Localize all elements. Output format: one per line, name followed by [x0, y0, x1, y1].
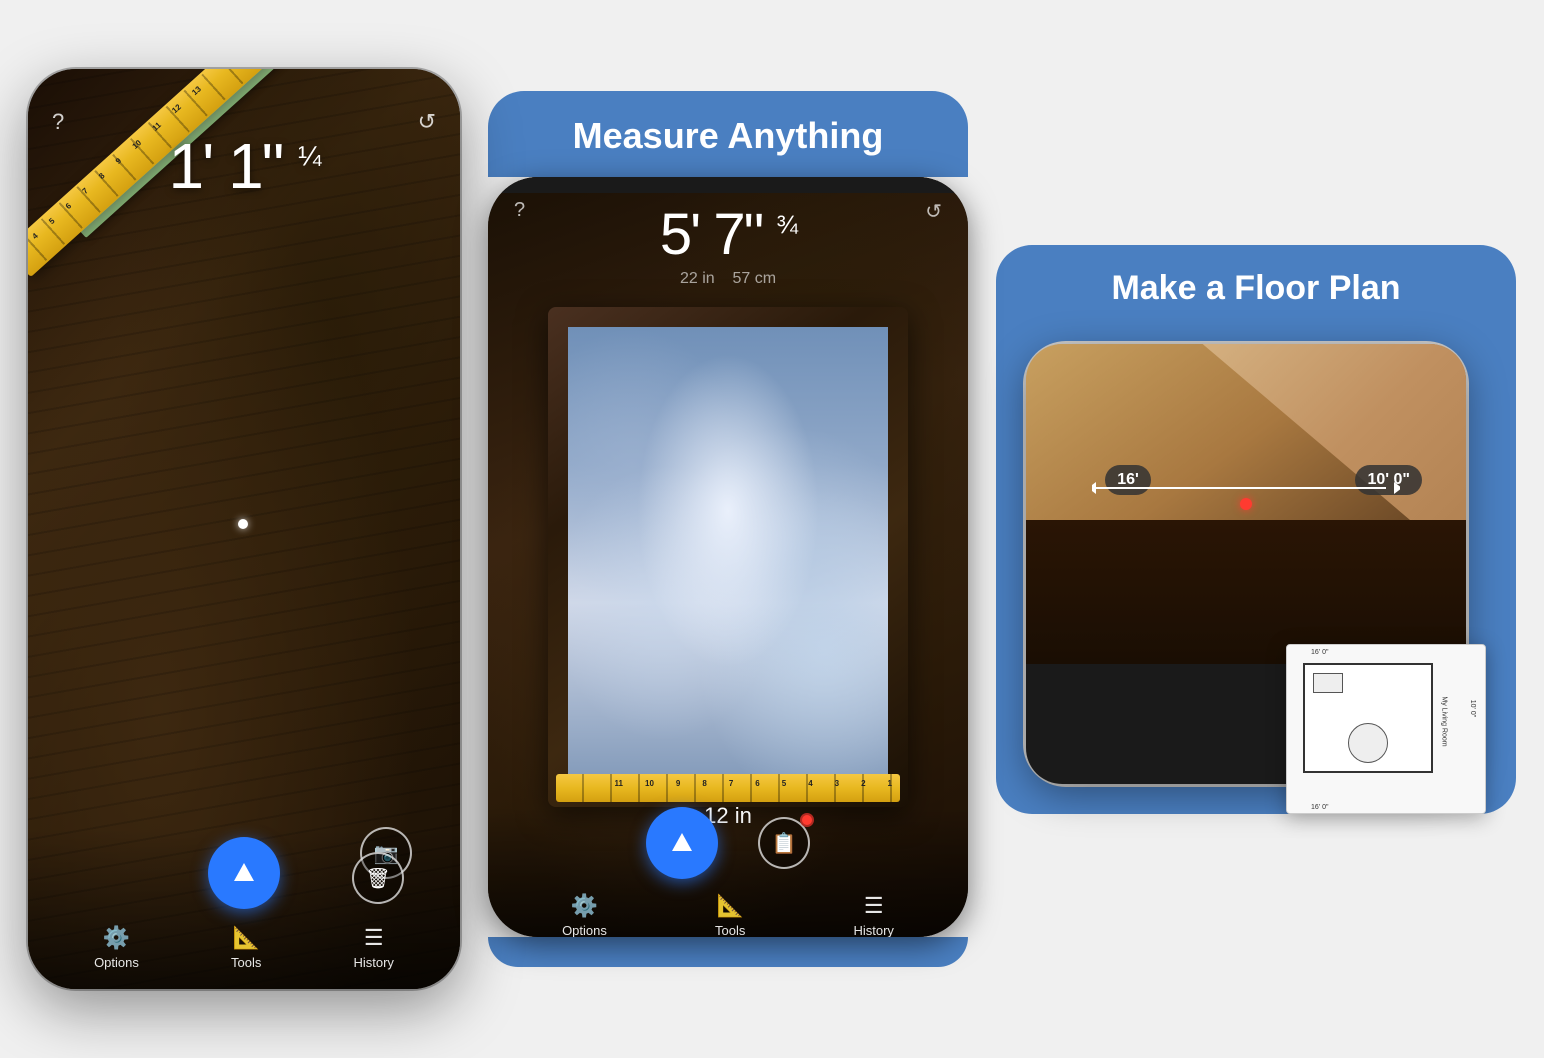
screen2-measurement-units: 22 in 57 cm	[488, 270, 968, 288]
screen2-footer	[488, 937, 968, 967]
screen1-phone: 345678910111213 ? 1' 1" ¼ ↺ 📷	[28, 69, 460, 989]
screen2-options-icon: ⚙️	[571, 893, 598, 919]
trash-button[interactable]: 🗑	[352, 852, 404, 904]
screen2-measurement-value: 5' 7" ¾	[488, 201, 968, 268]
screen2-tab-history[interactable]: ☰ History	[853, 893, 893, 937]
screen2-bottom-bar: 📋 ⚙️ Options 📐 Tools ☰ Histo	[488, 807, 968, 937]
ar-measurement-dot	[1240, 498, 1252, 510]
fp-room-outline: My Living Room	[1303, 663, 1433, 773]
screen2-buttons: 📋	[646, 807, 810, 879]
screen3-wrapper: Make a Floor Plan 16' 10' 0"	[996, 245, 1516, 814]
screen2-phone: ? ↺ 5' 7" ¾ 22 in 57 cm	[488, 177, 968, 937]
action-buttons-row	[208, 837, 280, 909]
screen3-header: Make a Floor Plan	[996, 245, 1516, 328]
picture-frame	[548, 307, 908, 807]
history-notification-badge	[800, 813, 814, 827]
screen3-room-photo: 16' 10' 0"	[1026, 344, 1466, 664]
fp-measurement-side: 10' 0"	[1469, 699, 1476, 716]
screen1-topbar: ? 1' 1" ¼ ↺	[28, 69, 460, 149]
screen2-measurement: 5' 7" ¾ 22 in 57 cm	[488, 201, 968, 288]
tab-history[interactable]: ☰ History	[353, 925, 393, 970]
measurement-value: 1' 1" ¼	[168, 130, 319, 202]
screen3-phone: 16' 10' 0"	[1026, 344, 1466, 784]
screen2-tools-icon: 📐	[716, 893, 743, 919]
screenshots-container: 345678910111213 ? 1' 1" ¼ ↺ 📷	[0, 39, 1544, 1019]
fp-measurement-bottom: 16' 0"	[1311, 804, 1328, 811]
screen2-history-button[interactable]: 📋	[758, 817, 810, 869]
screen3-body: 16' 10' 0"	[996, 328, 1516, 814]
history-icon: ☰	[364, 925, 384, 951]
room-floor	[1026, 520, 1466, 664]
measurement-display: 1' 1" ¼	[28, 129, 460, 203]
measure-button[interactable]	[208, 837, 280, 909]
options-icon: ⚙️	[103, 925, 130, 951]
screen2-tab-tools[interactable]: 📐 Tools	[715, 893, 745, 937]
frame-tape-measure: 1110987654321	[556, 774, 900, 802]
tab-bar: ⚙️ Options 📐 Tools ☰ History	[28, 925, 460, 970]
floor-plan-inner: 16' 0" My Living Room	[1287, 645, 1485, 813]
screen1-bottom-bar: 📷 🗑 ⚙️ Options 📐 T	[28, 829, 460, 989]
fp-furniture-rect	[1313, 673, 1343, 693]
fp-furniture-circle	[1348, 723, 1388, 763]
fp-room-name-label: My Living Room	[1440, 696, 1447, 746]
screen2-tab-options[interactable]: ⚙️ Options	[562, 893, 607, 937]
floor-plan-card: 16' 0" My Living Room	[1286, 644, 1486, 814]
screen2-measure-button[interactable]	[646, 807, 718, 879]
tools-icon: 📐	[232, 925, 259, 951]
screen2-header: Measure Anything	[488, 91, 968, 177]
screen3-bottom-section: 16' 0" My Living Room	[1026, 664, 1466, 784]
screen2-wrapper: Measure Anything ? ↺ 5' 7" ¾ 22 in 57 cm	[488, 91, 968, 967]
tab-options[interactable]: ⚙️ Options	[94, 925, 139, 970]
tab-tools[interactable]: 📐 Tools	[231, 925, 261, 970]
screen2-tab-bar: ⚙️ Options 📐 Tools ☰ History	[488, 893, 968, 937]
fp-measurement-top: 16' 0"	[1311, 649, 1328, 656]
screen2-history-icon: ☰	[864, 893, 884, 919]
measurement-arrows	[1092, 478, 1400, 498]
picture-artwork	[568, 327, 888, 787]
ar-target-dot	[238, 519, 248, 529]
